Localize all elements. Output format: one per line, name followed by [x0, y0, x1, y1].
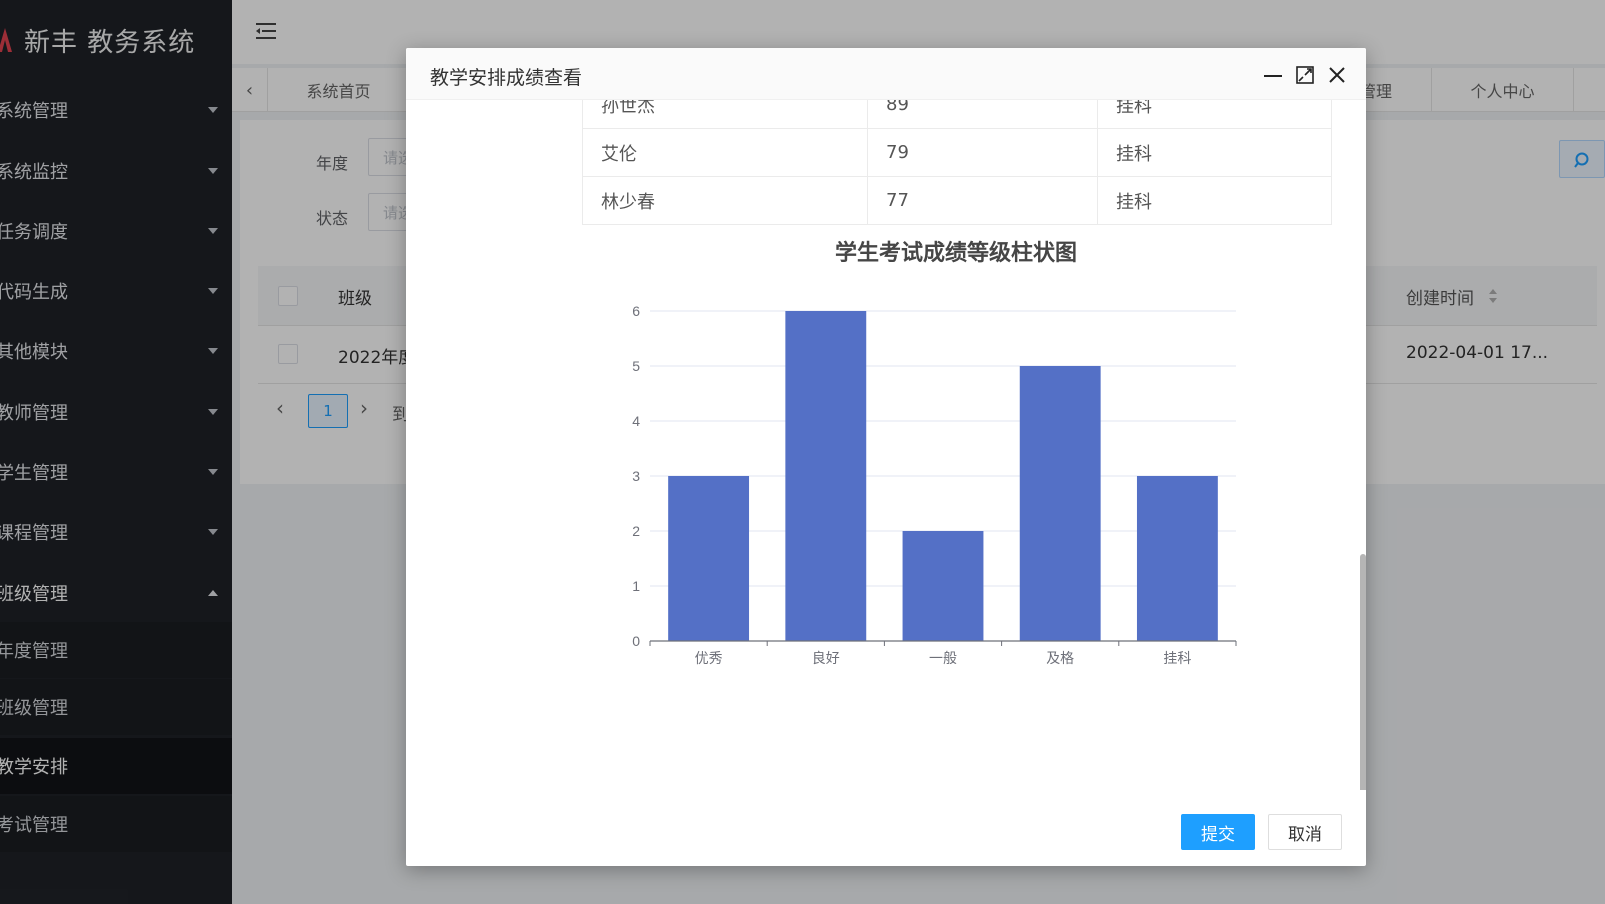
chart-xtick-label: 优秀: [695, 650, 723, 666]
chart-xtick-label: 挂科: [1163, 650, 1191, 666]
chart-bar[interactable]: [668, 476, 750, 641]
minimize-icon[interactable]: [1262, 64, 1284, 86]
chart-svg: 学生考试成绩等级柱状图 0 1 2 3 4 5 6 优秀 良好 一般 及格 挂科: [632, 240, 1237, 666]
chart-xtick-label: 良好: [812, 650, 840, 666]
grade-bar-chart: 学生考试成绩等级柱状图 0 1 2 3 4 5 6 优秀 良好 一般 及格 挂科: [406, 234, 1366, 694]
chart-xtick-label: 一般: [929, 650, 957, 666]
cell-name: 艾伦: [582, 128, 868, 177]
modal-title: 教学安排成绩查看: [430, 67, 583, 89]
chart-ytick-label: 0: [632, 633, 640, 649]
submit-button[interactable]: 提交: [1181, 814, 1255, 850]
cell-score: 79: [867, 128, 1098, 177]
cell-score: 77: [867, 176, 1098, 225]
chart-ytick-label: 5: [632, 358, 640, 374]
cancel-button[interactable]: 取消: [1268, 814, 1342, 850]
chart-ytick-label: 1: [632, 578, 640, 594]
chart-ytick-label: 3: [632, 468, 640, 484]
cell-name: 孙世杰: [582, 100, 868, 129]
chart-xtick-label: 及格: [1046, 650, 1074, 666]
chart-ytick-label: 4: [632, 413, 640, 429]
score-modal: 教学安排成绩查看 孙世杰 89 挂科 艾伦 79 挂科 林少春 77 挂科 学生…: [406, 48, 1366, 866]
maximize-icon[interactable]: [1294, 64, 1316, 86]
modal-scrollbar[interactable]: [1360, 554, 1366, 790]
chart-ytick-label: 6: [632, 303, 640, 319]
score-table: 孙世杰 89 挂科 艾伦 79 挂科 林少春 77 挂科: [582, 100, 1332, 225]
chart-bar[interactable]: [902, 531, 984, 641]
cell-name: 林少春: [582, 176, 868, 225]
table-row: 孙世杰 89 挂科: [582, 100, 1332, 129]
chart-bar[interactable]: [785, 311, 867, 641]
chart-title: 学生考试成绩等级柱状图: [835, 240, 1077, 265]
modal-body: 孙世杰 89 挂科 艾伦 79 挂科 林少春 77 挂科 学生考试成绩等级柱状图…: [406, 100, 1366, 790]
chart-ytick-label: 2: [632, 523, 640, 539]
table-row: 林少春 77 挂科: [582, 176, 1332, 225]
chart-bar[interactable]: [1136, 476, 1218, 641]
modal-header: 教学安排成绩查看: [406, 48, 1366, 100]
cell-score: 89: [867, 100, 1098, 129]
chart-bar[interactable]: [1019, 366, 1101, 641]
modal-footer: 提交 取消: [406, 790, 1366, 866]
cell-grade: 挂科: [1097, 176, 1332, 225]
cell-grade: 挂科: [1097, 128, 1332, 177]
close-icon[interactable]: [1326, 64, 1348, 86]
table-row: 艾伦 79 挂科: [582, 128, 1332, 177]
cell-grade: 挂科: [1097, 100, 1332, 129]
